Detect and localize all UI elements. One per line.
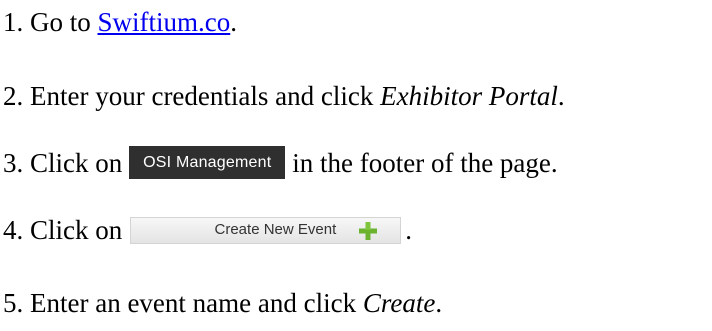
create-new-event-button[interactable]: Create New Event <box>130 216 402 244</box>
step-5-period: . <box>435 288 443 318</box>
step-1-text: Go to <box>30 7 91 37</box>
step-1-period: . <box>230 7 237 37</box>
plus-icon <box>359 221 378 240</box>
step-4-period: . <box>405 215 412 245</box>
osi-management-button[interactable]: OSI Management <box>129 146 286 179</box>
step-2-period: . <box>557 81 565 111</box>
step-4-text: Click on <box>30 215 123 245</box>
swiftium-link[interactable]: Swiftium.co <box>98 6 231 38</box>
create-new-event-label: Create New Event <box>214 221 337 238</box>
step-5: 5. Enter an event name and click Create. <box>3 287 442 319</box>
step-3-text: Click on <box>30 147 123 178</box>
step-1: 1. Go to Swiftium.co. <box>3 6 237 38</box>
step-4-number: 4. <box>3 215 24 245</box>
create-text: Create <box>362 288 436 318</box>
exhibitor-portal-text: Exhibitor Portal <box>380 81 558 111</box>
step-2-number: 2. <box>3 81 24 111</box>
step-5-text: Enter an event name and click <box>30 288 357 318</box>
step-1-number: 1. <box>3 7 24 37</box>
step-2: 2. Enter your credentials and click Exhi… <box>3 80 565 112</box>
step-3-suffix: in the footer of the page. <box>292 147 558 178</box>
step-4: 4. Click on Create New Event . <box>3 214 412 246</box>
step-3: 3. Click on OSI Management in the footer… <box>3 146 558 179</box>
step-2-text: Enter your credentials and click <box>30 81 374 111</box>
step-5-number: 5. <box>3 288 24 318</box>
osi-management-label: OSI Management <box>143 153 272 171</box>
step-3-number: 3. <box>3 147 24 178</box>
